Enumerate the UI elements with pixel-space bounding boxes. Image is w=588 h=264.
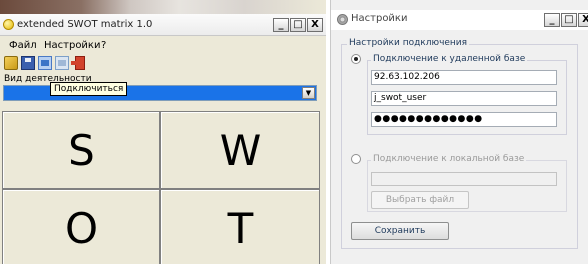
username-input[interactable]: j_swot_user [371, 91, 557, 106]
menu-help[interactable]: ? [101, 40, 106, 51]
swot-main-window: extended SWOT matrix 1.0 _ □ X Файл Наст… [0, 0, 326, 264]
local-file-path-input[interactable] [371, 172, 557, 186]
menu-bar: Файл Настройки ? [0, 38, 326, 54]
main-window-title: extended SWOT matrix 1.0 [17, 19, 153, 30]
swot-cell-weaknesses[interactable]: W [161, 112, 319, 188]
disconnect-icon[interactable] [55, 56, 69, 70]
remote-db-label: Подключение к удаленной базе [371, 54, 528, 64]
connect-tooltip: Подключиться [50, 82, 128, 96]
swot-cell-strengths[interactable]: S [3, 112, 159, 188]
password-input[interactable]: ●●●●●●●●●●●●● [371, 112, 557, 127]
remote-db-radio[interactable] [351, 54, 361, 64]
close-button[interactable]: X [307, 18, 323, 32]
exit-icon[interactable] [71, 56, 85, 70]
choose-file-button[interactable]: Выбрать файл [371, 191, 469, 209]
settings-window: Настройки _ □ X Настройки подключения По… [330, 0, 588, 264]
gear-icon [337, 14, 348, 25]
chevron-down-icon[interactable]: ▼ [302, 87, 315, 99]
save-icon[interactable] [21, 56, 35, 70]
settings-close-button[interactable]: X [578, 13, 588, 27]
menu-file[interactable]: Файл [9, 40, 37, 51]
host-input[interactable]: 92.63.102.206 [371, 70, 557, 85]
app-icon [3, 19, 14, 30]
swot-cell-threats[interactable]: T [161, 190, 319, 264]
connection-settings-label: Настройки подключения [347, 38, 470, 48]
minimize-button[interactable]: _ [273, 18, 289, 32]
save-button[interactable]: Сохранить [351, 222, 449, 240]
toolbar [0, 54, 326, 72]
menu-settings[interactable]: Настройки [44, 40, 100, 51]
swot-cell-opportunities[interactable]: O [3, 190, 159, 264]
desktop-background-strip [0, 0, 326, 14]
swot-matrix: S W O T [2, 111, 320, 264]
settings-title: Настройки [351, 13, 408, 24]
settings-titlebar[interactable]: Настройки _ □ X [331, 10, 588, 30]
settings-maximize-button[interactable]: □ [561, 13, 577, 27]
connect-icon[interactable] [38, 56, 52, 70]
local-db-label: Подключение к локальной базе [371, 154, 527, 164]
main-window-titlebar[interactable]: extended SWOT matrix 1.0 _ □ X [0, 14, 326, 36]
settings-minimize-button[interactable]: _ [544, 13, 560, 27]
maximize-button[interactable]: □ [290, 18, 306, 32]
local-db-radio[interactable] [351, 154, 361, 164]
open-folder-icon[interactable] [4, 56, 18, 70]
